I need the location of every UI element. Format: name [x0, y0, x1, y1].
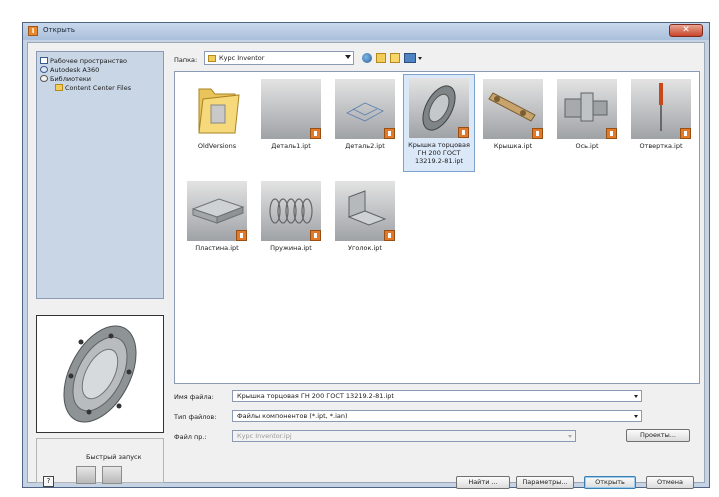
title-bar[interactable]: I Открыть ✕	[23, 23, 709, 40]
file-item-axis[interactable]: Ось.ipt	[551, 76, 623, 162]
close-button[interactable]: ✕	[669, 24, 703, 37]
part-thumbnail	[557, 79, 617, 139]
view-menu-icon[interactable]	[404, 53, 416, 63]
help-icon[interactable]: ?	[43, 476, 54, 487]
filename-value: Крышка торцовая ГН 200 ГОСТ 13219.2-81.i…	[237, 392, 394, 400]
inventor-part-icon	[680, 128, 691, 139]
filetype-select[interactable]: Файлы компонентов (*.ipt, *.ian)	[232, 410, 642, 422]
quick-launch-project-button[interactable]	[102, 466, 122, 484]
file-name: Уголок.ipt	[348, 244, 382, 252]
file-name: Деталь1.ipt	[271, 142, 311, 150]
find-button[interactable]: Найти ...	[456, 476, 510, 489]
tree-item-label: Content Center Files	[65, 83, 132, 92]
project-value: Курс Inventor.ipj	[237, 432, 292, 440]
chevron-down-icon[interactable]	[418, 57, 422, 60]
inventor-part-icon	[384, 128, 395, 139]
part-thumbnail	[335, 181, 395, 241]
file-list: OldVersions Деталь1.ipt Деталь2.ipt Крыш…	[174, 71, 700, 384]
tree-item-label: Autodesk A360	[50, 65, 100, 74]
part-thumbnail	[631, 79, 691, 139]
inventor-part-icon	[458, 127, 469, 138]
projects-button[interactable]: Проекты...	[626, 429, 690, 442]
file-item-detail1[interactable]: Деталь1.ipt	[255, 76, 327, 162]
close-icon: ✕	[682, 25, 690, 35]
tree-item-label: Библиотеки	[50, 74, 91, 83]
file-name: Деталь2.ipt	[345, 142, 385, 150]
chevron-down-icon	[634, 415, 638, 418]
filename-label: Имя файла:	[174, 393, 214, 401]
dialog-title: Открыть	[43, 26, 75, 34]
part-thumbnail	[187, 181, 247, 241]
tree-item-workspace[interactable]: Рабочее пространство	[40, 56, 127, 65]
preview-pane	[36, 315, 164, 433]
part-thumbnail	[261, 181, 321, 241]
chevron-down-icon	[634, 395, 638, 398]
quick-launch-label: Быстрый запуск	[86, 453, 142, 461]
open-button[interactable]: Открыть	[584, 476, 636, 489]
folder-icon	[187, 79, 247, 139]
file-item-cover[interactable]: Крышка торцовая ГН 200 ГОСТ 13219.2-81.i…	[403, 74, 475, 172]
project-label: Файл пр.:	[174, 433, 207, 441]
part-thumbnail	[483, 79, 543, 139]
cover-preview-image	[63, 325, 137, 423]
file-name: Пластина.ipt	[195, 244, 239, 252]
inventor-part-icon	[310, 128, 321, 139]
options-button[interactable]: Параметры...	[516, 476, 574, 489]
tree-item-label: Рабочее пространство	[50, 56, 128, 65]
file-name: Отвертка.ipt	[639, 142, 683, 150]
location-tree: Рабочее пространство Autodesk A360 Библи…	[36, 51, 164, 299]
inventor-part-icon	[606, 128, 617, 139]
chevron-down-icon	[345, 55, 351, 59]
inventor-part-icon	[236, 230, 247, 241]
file-item-detail2[interactable]: Деталь2.ipt	[329, 76, 401, 162]
folder-select-value: Курс Inventor	[219, 54, 265, 62]
inventor-icon: I	[28, 26, 38, 36]
quick-launch-new-button[interactable]	[76, 466, 96, 484]
inventor-part-icon	[384, 230, 395, 241]
file-item-screwdriver[interactable]: Отвертка.ipt	[625, 76, 697, 162]
file-name: Пружина.ipt	[270, 244, 312, 252]
globe-icon	[40, 66, 48, 73]
tree-item-content-center[interactable]: Content Center Files	[55, 83, 131, 92]
folder-icon	[208, 54, 216, 62]
part-thumbnail	[409, 78, 469, 138]
cancel-button[interactable]: Отмена	[646, 476, 694, 489]
open-dialog: I Открыть ✕ Рабочее пространство Autodes…	[22, 22, 710, 489]
file-item-oldversions[interactable]: OldVersions	[181, 76, 253, 162]
dialog-body: Рабочее пространство Autodesk A360 Библи…	[27, 42, 705, 489]
projects-button-label: Проекты...	[639, 431, 677, 439]
folder-label: Папка:	[174, 56, 198, 64]
up-folder-icon[interactable]	[376, 53, 386, 63]
tree-item-libraries[interactable]: Библиотеки	[40, 74, 91, 83]
library-icon	[40, 75, 48, 82]
folder-icon	[55, 84, 63, 91]
file-name: Крышка.ipt	[493, 142, 533, 150]
filetype-value: Файлы компонентов (*.ipt, *.ian)	[237, 412, 348, 420]
filetype-label: Тип файлов:	[174, 413, 217, 421]
tree-item-a360[interactable]: Autodesk A360	[40, 65, 99, 74]
chevron-down-icon	[568, 435, 572, 438]
new-folder-icon[interactable]	[390, 53, 400, 63]
file-name: Ось.ipt	[575, 142, 599, 150]
file-item-angle[interactable]: Уголок.ipt	[329, 178, 401, 264]
file-item-plate[interactable]: Пластина.ipt	[181, 178, 253, 264]
file-item-cover-plain[interactable]: Крышка.ipt	[477, 76, 549, 162]
file-item-spring[interactable]: Пружина.ipt	[255, 178, 327, 264]
inventor-part-icon	[310, 230, 321, 241]
file-name: OldVersions	[197, 142, 237, 150]
workspace-icon	[40, 57, 48, 64]
back-icon[interactable]	[362, 53, 372, 63]
part-thumbnail	[335, 79, 395, 139]
inventor-part-icon	[532, 128, 543, 139]
filename-field[interactable]: Крышка торцовая ГН 200 ГОСТ 13219.2-81.i…	[232, 390, 642, 402]
project-select: Курс Inventor.ipj	[232, 430, 576, 442]
part-thumbnail	[261, 79, 321, 139]
file-name: Крышка торцовая ГН 200 ГОСТ 13219.2-81.i…	[408, 141, 470, 165]
folder-select[interactable]: Курс Inventor	[204, 51, 354, 65]
